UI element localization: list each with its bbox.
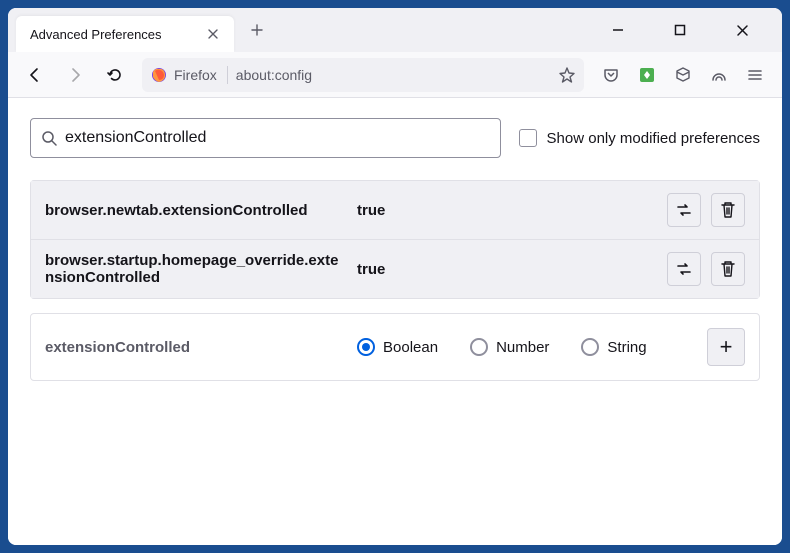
radio-number[interactable]: Number <box>470 338 549 356</box>
titlebar: Advanced Preferences <box>8 8 782 52</box>
window-controls <box>586 14 774 46</box>
toggle-button[interactable] <box>667 252 701 286</box>
pref-value: true <box>357 202 655 219</box>
navbar: Firefox <box>8 52 782 98</box>
radio-icon <box>581 338 599 356</box>
identity-box[interactable]: Firefox <box>150 66 228 84</box>
url-input[interactable] <box>236 67 550 83</box>
firefox-logo-icon <box>150 66 168 84</box>
toolbar-buttons <box>594 58 772 92</box>
radio-icon <box>357 338 375 356</box>
search-box[interactable] <box>30 118 501 158</box>
minimize-button[interactable] <box>596 14 640 46</box>
close-window-button[interactable] <box>720 14 764 46</box>
forward-button[interactable] <box>58 58 92 92</box>
radio-boolean[interactable]: Boolean <box>357 338 438 356</box>
type-radio-group: Boolean Number String <box>357 338 695 356</box>
search-input[interactable] <box>65 129 490 147</box>
maximize-button[interactable] <box>658 14 702 46</box>
delete-button[interactable] <box>711 252 745 286</box>
toggle-button[interactable] <box>667 193 701 227</box>
modified-only-label: Show only modified preferences <box>547 130 760 147</box>
browser-window: Advanced Preferences <box>8 8 782 545</box>
radio-icon <box>470 338 488 356</box>
pref-table: browser.newtab.extensionControlled true … <box>30 180 760 299</box>
pref-row[interactable]: browser.startup.homepage_override.extens… <box>31 239 759 298</box>
radio-label: Number <box>496 339 549 356</box>
tabstrip: Advanced Preferences <box>8 8 586 52</box>
new-tab-button[interactable] <box>246 19 268 41</box>
delete-button[interactable] <box>711 193 745 227</box>
tab-title: Advanced Preferences <box>30 27 162 42</box>
pref-actions <box>667 193 745 227</box>
radio-label: String <box>607 339 646 356</box>
new-pref-row: extensionControlled Boolean Number Strin… <box>30 313 760 381</box>
pref-row[interactable]: browser.newtab.extensionControlled true <box>31 181 759 239</box>
checkbox-icon <box>519 129 537 147</box>
about-config-content: Show only modified preferences browser.n… <box>8 98 782 545</box>
search-row: Show only modified preferences <box>30 118 760 158</box>
account-button[interactable] <box>702 58 736 92</box>
radio-string[interactable]: String <box>581 338 646 356</box>
pref-value: true <box>357 261 655 278</box>
pref-name: browser.newtab.extensionControlled <box>45 202 345 219</box>
reload-button[interactable] <box>98 58 132 92</box>
bookmark-star-icon[interactable] <box>558 66 576 84</box>
app-menu-button[interactable] <box>738 58 772 92</box>
add-button[interactable]: + <box>707 328 745 366</box>
search-icon <box>41 130 57 146</box>
back-button[interactable] <box>18 58 52 92</box>
inbox-button[interactable] <box>666 58 700 92</box>
modified-only-toggle[interactable]: Show only modified preferences <box>519 129 760 147</box>
tab-advanced-preferences[interactable]: Advanced Preferences <box>16 16 234 52</box>
identity-label: Firefox <box>174 67 217 83</box>
close-icon[interactable] <box>202 23 224 45</box>
new-pref-name: extensionControlled <box>45 339 345 356</box>
extension-button[interactable] <box>630 58 664 92</box>
pref-actions <box>667 252 745 286</box>
pocket-button[interactable] <box>594 58 628 92</box>
pref-name: browser.startup.homepage_override.extens… <box>45 252 345 286</box>
radio-label: Boolean <box>383 339 438 356</box>
urlbar[interactable]: Firefox <box>142 58 584 92</box>
